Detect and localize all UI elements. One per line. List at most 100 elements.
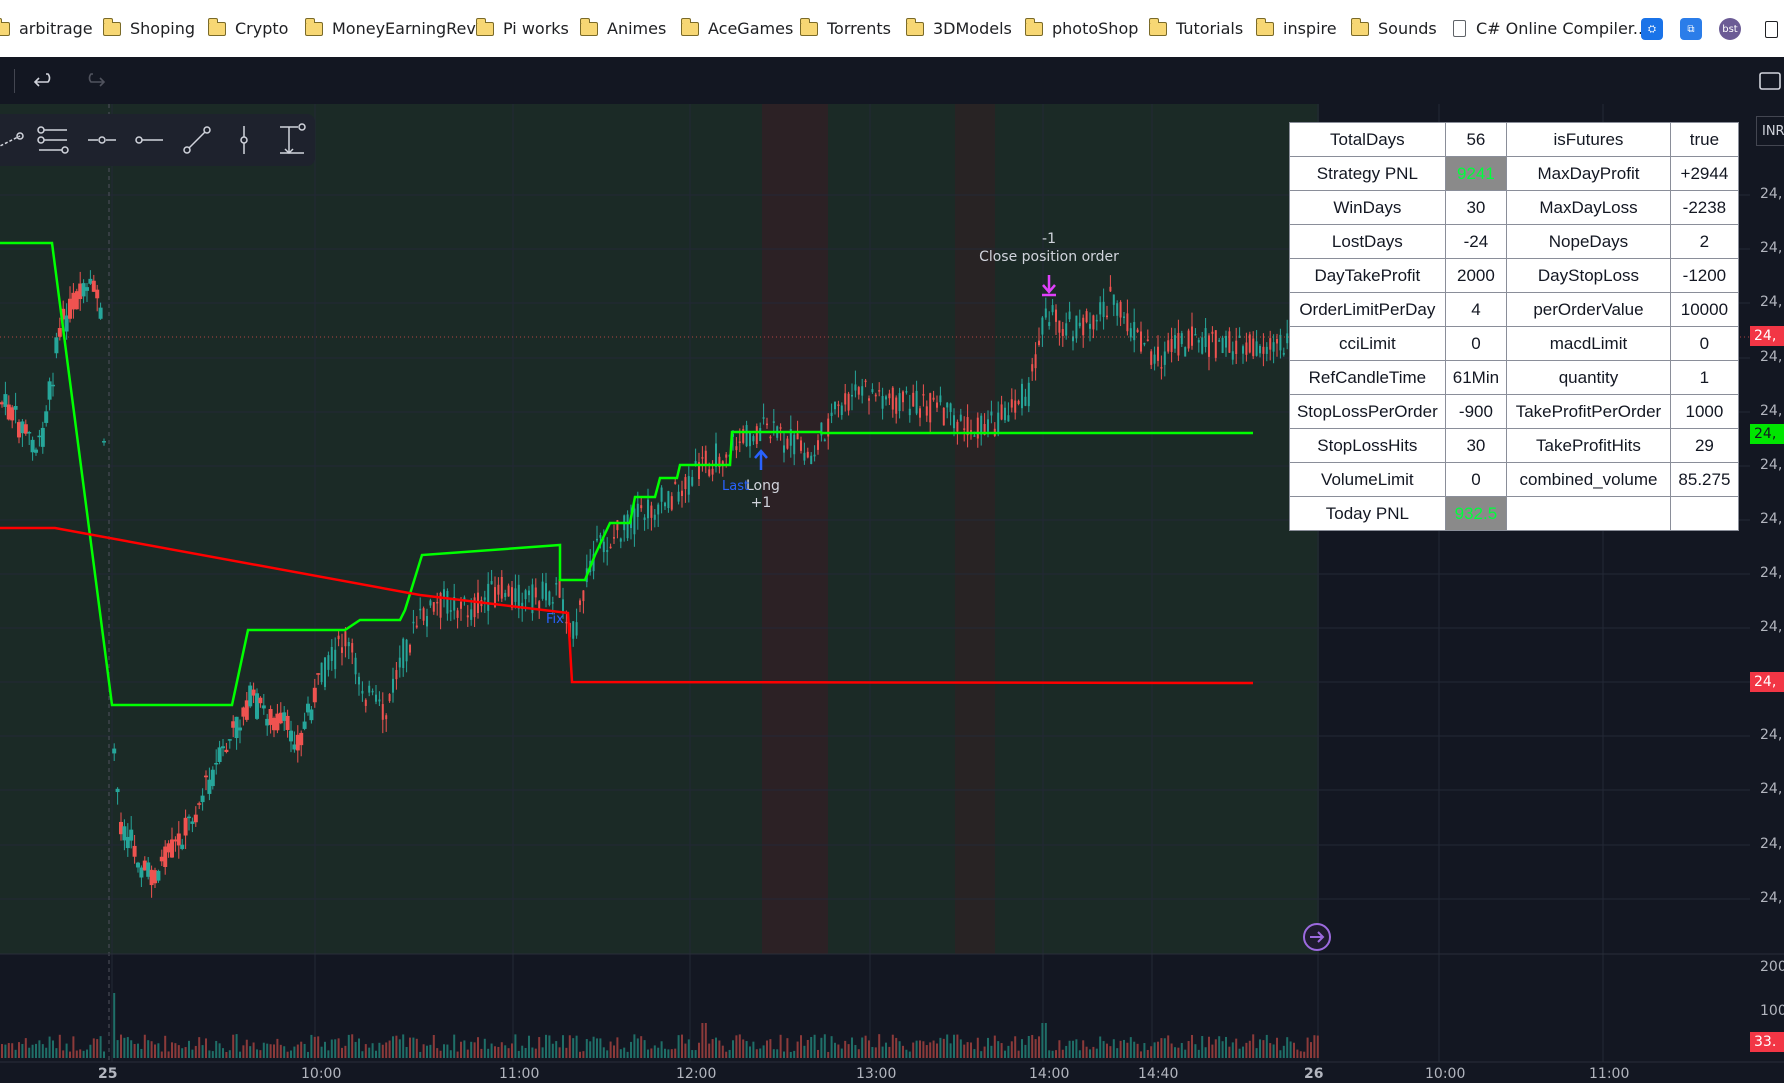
price-tag: 33. [1750, 1032, 1784, 1052]
bookmark-arbitrage[interactable]: arbitrage [0, 0, 93, 57]
volume-bar [1034, 1039, 1037, 1058]
volume-bar [694, 1050, 697, 1058]
bookmark-crypto[interactable]: Crypto [207, 0, 288, 57]
candle-body [1010, 399, 1013, 408]
volume-bar [276, 1038, 279, 1058]
candle-body [715, 443, 717, 467]
candle-body [1123, 316, 1125, 318]
trend-angle-tool-icon[interactable] [0, 122, 28, 158]
candle-body [834, 401, 836, 410]
volume-bar [1242, 1046, 1244, 1058]
stats-value-cell: 2 [1669, 224, 1740, 259]
candle-body [1153, 354, 1156, 364]
bookmark-photoshop[interactable]: photoShop [1024, 0, 1139, 57]
volume-bar [531, 1047, 534, 1058]
candle-body [57, 328, 62, 337]
volume-bar [1112, 1039, 1115, 1058]
candle-body [762, 417, 765, 419]
stats-value-cell: 0 [1669, 326, 1740, 361]
folder-icon [475, 17, 494, 36]
bookmark-label: Shoping [130, 19, 195, 38]
volume-bar [4, 1044, 7, 1058]
parallel-channel-tool-icon[interactable] [35, 122, 71, 158]
volume-bar [412, 1037, 415, 1058]
volume-bar [1143, 1043, 1146, 1058]
candle-body [895, 397, 898, 414]
volume-bar [320, 1046, 323, 1058]
bookmark-moneyearningrev[interactable]: MoneyEarningRev [304, 0, 476, 57]
stats-key-cell: LostDays [1289, 224, 1446, 259]
trend-line-tool-icon[interactable] [179, 122, 215, 158]
volume-bar [779, 1034, 782, 1058]
candle-body [1109, 286, 1112, 292]
volume-bar [232, 1034, 235, 1058]
price-range-tool-icon[interactable] [274, 122, 310, 158]
volume-bar [1099, 1036, 1102, 1058]
volume-bar [834, 1042, 836, 1058]
stats-value-cell: 9241 [1444, 156, 1508, 191]
time-axis-label: 14:00 [1029, 1066, 1070, 1082]
currency-label[interactable]: INR [1756, 116, 1784, 146]
volume-bar [24, 1038, 27, 1058]
price-axis-label: 24, [1760, 781, 1783, 797]
candle-body [344, 631, 347, 647]
bookmark-tutorials[interactable]: Tutorials [1148, 0, 1243, 57]
volume-bar [256, 1049, 258, 1058]
bookmark-3dmodels[interactable]: 3DModels [905, 0, 1012, 57]
candle-body [10, 407, 15, 421]
bookmark-animes[interactable]: Animes [579, 0, 666, 57]
candle-body [351, 643, 354, 653]
bookmark-pi-works[interactable]: Pi works [475, 0, 569, 57]
bookmark-label: photoShop [1052, 19, 1139, 38]
favicon-bst-icon[interactable]: bst [1719, 18, 1741, 40]
vertical-line-tool-icon[interactable] [226, 122, 262, 158]
candle-body [670, 496, 673, 510]
horizontal-ray-tool-icon[interactable] [84, 122, 120, 158]
volume-bar [514, 1034, 517, 1058]
volume-bar [283, 1046, 286, 1058]
bookmark-torrents[interactable]: Torrents [799, 0, 891, 57]
redo-icon[interactable] [82, 69, 106, 93]
volume-bar [449, 1050, 452, 1058]
volume-bar [371, 1043, 374, 1058]
candle-body [436, 601, 439, 604]
volume-bar [1048, 1050, 1051, 1058]
volume-bar [307, 1051, 309, 1058]
fullscreen-icon[interactable] [1759, 70, 1781, 92]
candle-body [1252, 338, 1255, 357]
candle-body [932, 397, 935, 400]
favicon-page-icon[interactable] [1760, 18, 1782, 40]
volume-bar [1228, 1046, 1231, 1058]
undo-icon[interactable] [33, 69, 57, 93]
bookmark-sounds[interactable]: Sounds [1350, 0, 1437, 57]
candle-body [976, 417, 979, 439]
volume-bar [334, 1039, 337, 1058]
candle-body [1055, 309, 1057, 322]
volume-bar [1293, 1042, 1295, 1058]
candle-body [27, 432, 32, 434]
horizontal-line-tool-icon[interactable] [131, 122, 167, 158]
candle-body [854, 384, 857, 391]
volume-bar [749, 1046, 751, 1058]
go-to-realtime-icon[interactable] [1303, 923, 1331, 951]
favicon-app-icon[interactable]: ⛭ [1641, 18, 1663, 40]
stats-key-cell: Strategy PNL [1289, 156, 1446, 191]
volume-bar [11, 1043, 14, 1058]
price-axis-label: 24, [1760, 619, 1783, 635]
candle-body [112, 748, 117, 754]
volume-bar [803, 1045, 806, 1058]
bookmark-csharp-compiler[interactable]: C# Online Compiler... [1453, 0, 1648, 57]
bookmark-shoping[interactable]: Shoping [102, 0, 195, 57]
volume-bar [1262, 1040, 1265, 1058]
volume-bar [38, 1040, 41, 1058]
stats-row: WinDays 30 MaxDayLoss -2238 [1289, 190, 1740, 225]
candle-body [925, 406, 928, 416]
candle-body [197, 803, 202, 805]
bookmark-inspire[interactable]: inspire [1255, 0, 1337, 57]
volume-bar [1, 1044, 3, 1058]
volume-bar [732, 1040, 734, 1058]
volume-bar [1303, 1051, 1306, 1058]
favicon-link-icon[interactable]: ⧉ [1680, 18, 1702, 40]
volume-bar [575, 1035, 578, 1058]
bookmark-acegames[interactable]: AceGames [680, 0, 793, 57]
